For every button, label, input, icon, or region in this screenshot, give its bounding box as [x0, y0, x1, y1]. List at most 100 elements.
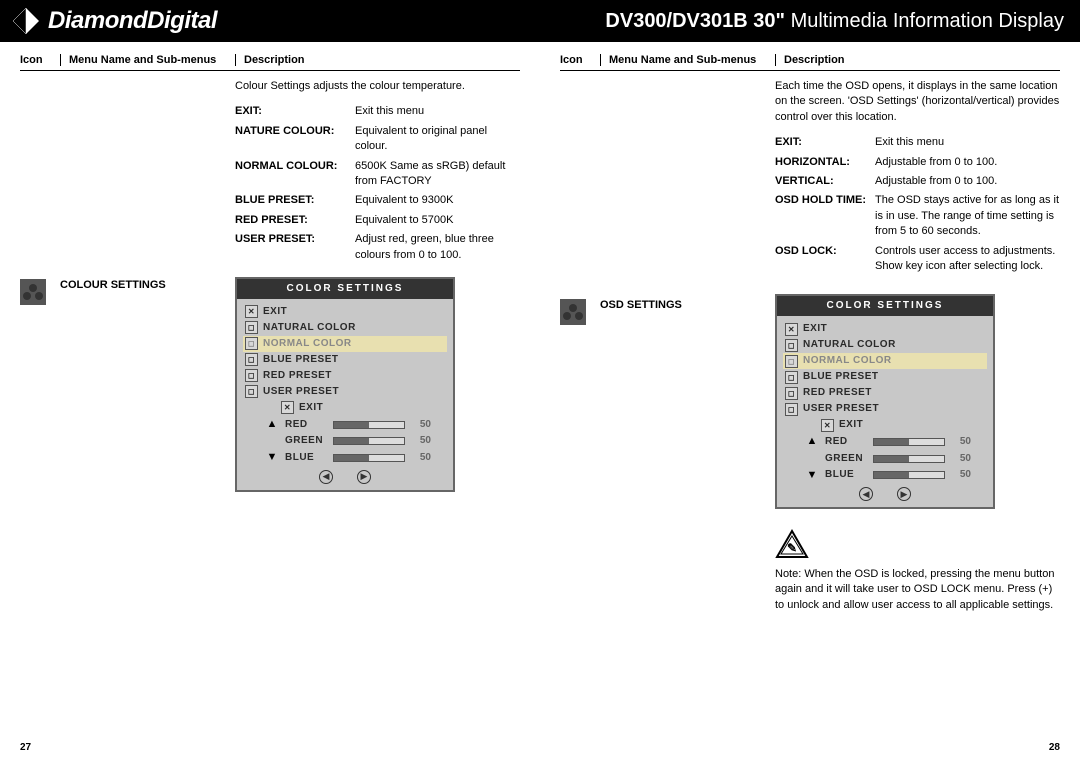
note-body: When the OSD is locked, pressing the men… [775, 568, 1054, 611]
term-val: Exit this menu [355, 104, 520, 119]
term-val: Adjust red, green, blue three colours fr… [355, 232, 520, 263]
osd-item-exit[interactable]: ✕EXIT [243, 304, 447, 320]
slider-bar[interactable] [333, 454, 405, 462]
term-val: Controls user access to adjustments. Sho… [875, 244, 1060, 275]
intro-text: Colour Settings adjusts the colour tempe… [235, 79, 520, 94]
exit-icon: ✕ [821, 419, 834, 432]
osd-item-selected[interactable]: ◻NORMAL COLOR [783, 353, 987, 369]
slider-blue[interactable]: ▼BLUE50 [243, 449, 447, 466]
osd-item[interactable]: ◻NATURAL COLOR [783, 337, 987, 353]
nav-left-button[interactable]: ◀ [319, 470, 333, 484]
osd-nav: ◀ ▶ [243, 467, 447, 487]
note-label: Note: [775, 568, 801, 580]
intro-text: Each time the OSD opens, it displays in … [775, 79, 1060, 125]
exit-icon: ✕ [785, 323, 798, 336]
brand: DiamondDigital [12, 7, 217, 35]
term-label: NORMAL COLOUR: [235, 159, 355, 190]
osd-item-selected[interactable]: ◻NORMAL COLOR [243, 336, 447, 352]
nav-right-button[interactable]: ▶ [357, 470, 371, 484]
col-header-desc: Description [235, 54, 520, 66]
osd-item[interactable]: ◻RED PRESET [243, 368, 447, 384]
brand-name: DiamondDigital [48, 7, 217, 35]
column-headers: Icon Menu Name and Sub-menus Description [560, 54, 1060, 71]
product-title: DV300/DV301B 30" Multimedia Information … [605, 10, 1064, 33]
osd-settings-icon [560, 299, 586, 325]
preset-icon: ◻ [245, 321, 258, 334]
preset-icon: ◻ [785, 403, 798, 416]
diamond-logo-icon [12, 7, 40, 35]
nav-left-button[interactable]: ◀ [859, 487, 873, 501]
osd-title: COLOR SETTINGS [777, 296, 993, 316]
col-header-icon: Icon [20, 54, 60, 66]
svg-text:✎: ✎ [787, 541, 797, 555]
slider-bar[interactable] [873, 438, 945, 446]
slider-bar[interactable] [333, 437, 405, 445]
description-cell: Each time the OSD opens, it displays in … [775, 79, 1060, 613]
preset-icon: ◻ [245, 353, 258, 366]
slider-blue[interactable]: ▼BLUE50 [783, 467, 987, 484]
preset-icon: ◻ [785, 339, 798, 352]
term-label: EXIT: [775, 135, 875, 150]
icon-cell [560, 79, 600, 613]
product-suffix: Multimedia Information Display [791, 10, 1064, 32]
nav-right-button[interactable]: ▶ [897, 487, 911, 501]
model-number: DV300/DV301B 30" [605, 10, 785, 32]
term-label: BLUE PRESET: [235, 193, 355, 208]
osd-nav: ◀ ▶ [783, 484, 987, 504]
osd-item[interactable]: ◻BLUE PRESET [243, 352, 447, 368]
slider-green[interactable]: GREEN50 [783, 451, 987, 467]
preset-icon: ◻ [785, 355, 798, 368]
preset-icon: ◻ [245, 385, 258, 398]
osd-sub-exit[interactable]: ✕EXIT [281, 400, 447, 416]
term-val: The OSD stays active for as long as it i… [875, 193, 1060, 239]
slider-green[interactable]: GREEN50 [243, 433, 447, 449]
term-label: NATURE COLOUR: [235, 124, 355, 155]
term-label: USER PRESET: [235, 232, 355, 263]
down-arrow-icon: ▼ [805, 468, 819, 483]
note-text: Note: When the OSD is locked, pressing t… [775, 567, 1060, 613]
preset-icon: ◻ [785, 371, 798, 384]
osd-item-exit[interactable]: ✕EXIT [783, 321, 987, 337]
osd-item[interactable]: ◻BLUE PRESET [783, 369, 987, 385]
menu-name: OSD SETTINGS [600, 79, 775, 613]
right-column: Icon Menu Name and Sub-menus Description… [540, 42, 1080, 763]
warning-icon: ✎ [775, 529, 809, 559]
osd-item[interactable]: ◻USER PRESET [243, 384, 447, 400]
exit-icon: ✕ [245, 305, 258, 318]
osd-panel: COLOR SETTINGS ✕EXIT ◻NATURAL COLOR ◻NOR… [775, 294, 995, 509]
term-label: RED PRESET: [235, 213, 355, 228]
up-arrow-icon: ▲ [805, 434, 819, 449]
term-label: OSD HOLD TIME: [775, 193, 875, 239]
preset-icon: ◻ [785, 387, 798, 400]
slider-bar[interactable] [873, 471, 945, 479]
description-cell: Colour Settings adjusts the colour tempe… [235, 79, 520, 492]
term-label: HORIZONTAL: [775, 155, 875, 170]
slider-bar[interactable] [333, 421, 405, 429]
term-val: Equivalent to original panel colour. [355, 124, 520, 155]
slider-red[interactable]: ▲RED50 [243, 416, 447, 433]
col-header-menu: Menu Name and Sub-menus [60, 54, 235, 66]
term-val: Adjustable from 0 to 100. [875, 174, 1060, 189]
preset-icon: ◻ [245, 337, 258, 350]
preset-icon: ◻ [245, 369, 258, 382]
col-header-icon: Icon [560, 54, 600, 66]
up-arrow-icon: ▲ [265, 417, 279, 432]
term-label: OSD LOCK: [775, 244, 875, 275]
column-headers: Icon Menu Name and Sub-menus Description [20, 54, 520, 71]
osd-panel: COLOR SETTINGS ✕EXIT ◻NATURAL COLOR ◻NOR… [235, 277, 455, 492]
osd-item[interactable]: ◻USER PRESET [783, 401, 987, 417]
term-label: EXIT: [235, 104, 355, 119]
slider-red[interactable]: ▲RED50 [783, 433, 987, 450]
left-column: Icon Menu Name and Sub-menus Description… [0, 42, 540, 763]
col-header-desc: Description [775, 54, 1060, 66]
colour-settings-icon [20, 279, 46, 305]
col-header-menu: Menu Name and Sub-menus [600, 54, 775, 66]
term-val: Equivalent to 5700K [355, 213, 520, 228]
slider-bar[interactable] [873, 455, 945, 463]
down-arrow-icon: ▼ [265, 450, 279, 465]
exit-icon: ✕ [281, 401, 294, 414]
term-val: Exit this menu [875, 135, 1060, 150]
osd-item[interactable]: ◻RED PRESET [783, 385, 987, 401]
osd-sub-exit[interactable]: ✕EXIT [821, 417, 987, 433]
osd-item[interactable]: ◻NATURAL COLOR [243, 320, 447, 336]
